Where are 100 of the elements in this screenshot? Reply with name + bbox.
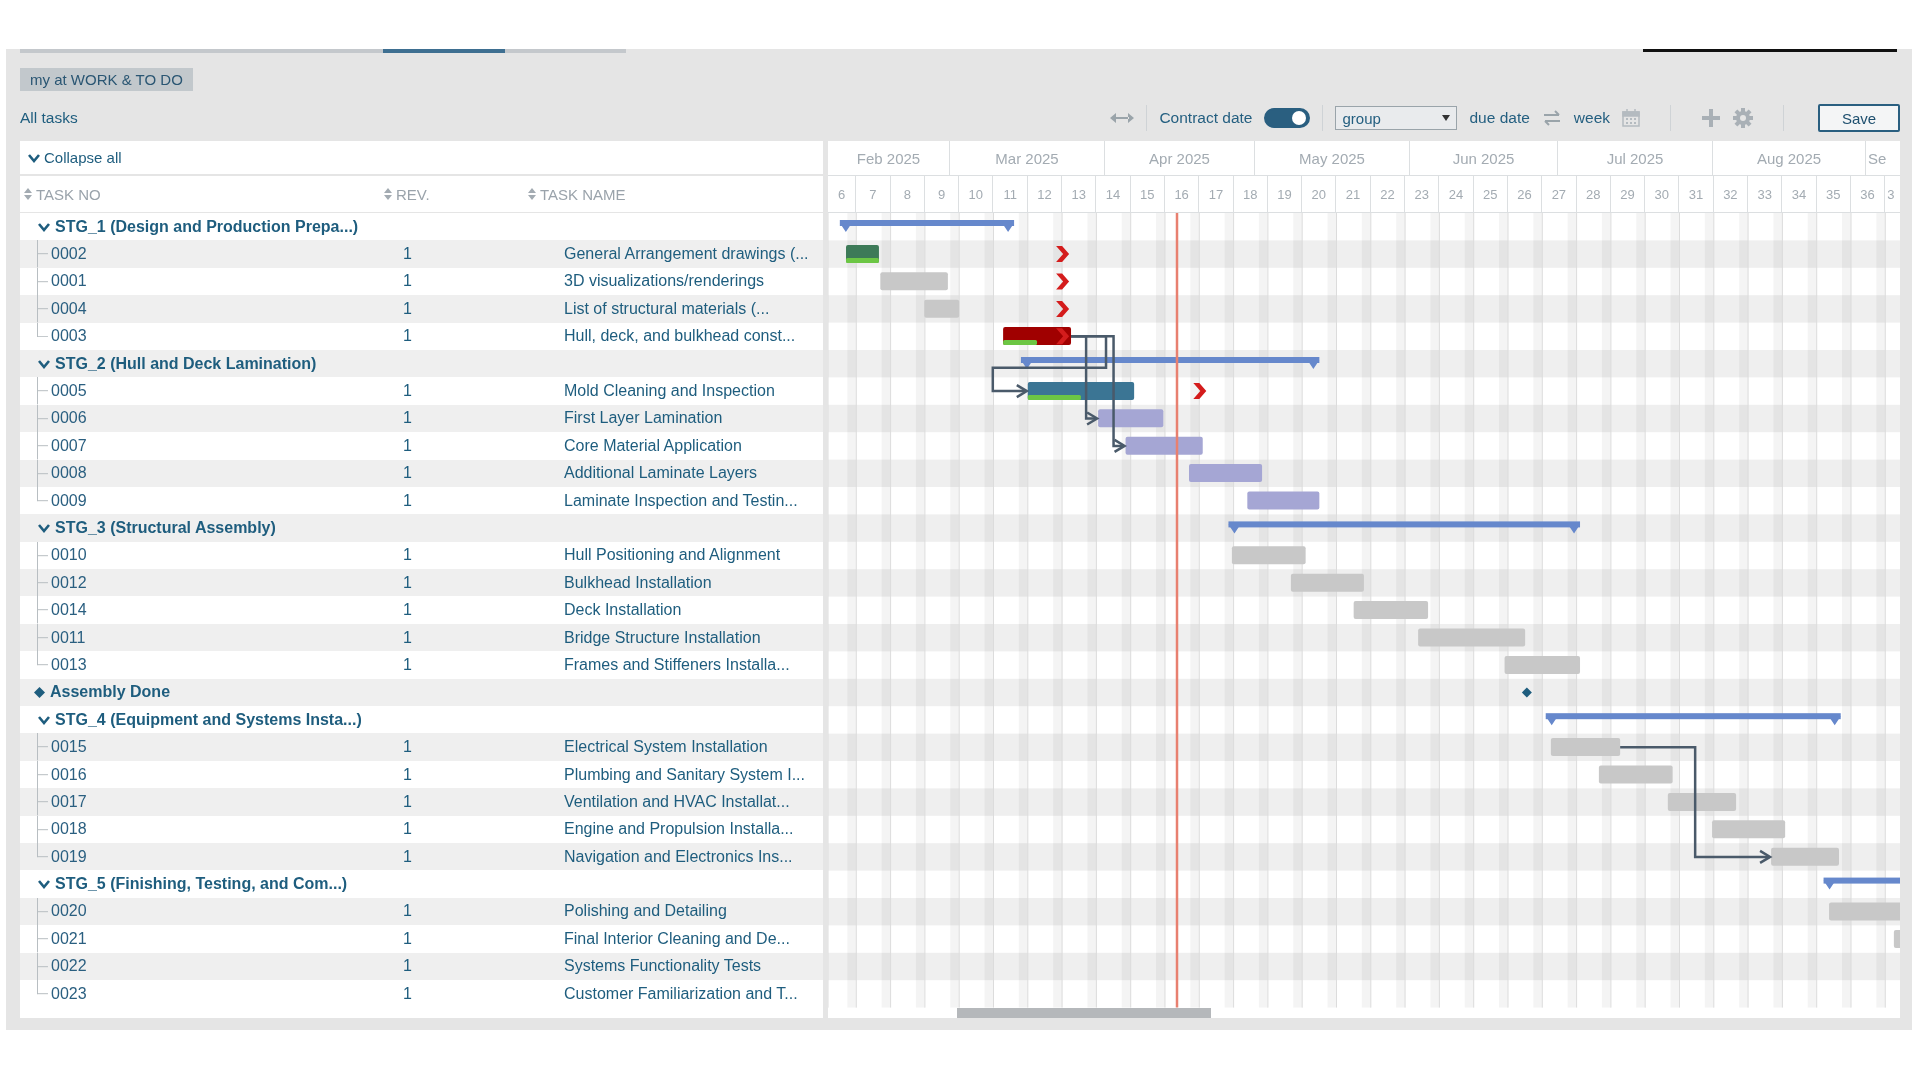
revision-number: 1 <box>403 245 412 263</box>
task-number: 0010 <box>51 546 87 564</box>
week-header: 26 <box>1507 176 1543 212</box>
summary-bar[interactable] <box>1020 357 1320 369</box>
revision-number: 1 <box>403 382 412 400</box>
group-title[interactable]: STG_3 (Structural Assembly) <box>55 519 276 537</box>
sort-icon[interactable] <box>528 188 536 200</box>
tree-line <box>37 377 48 405</box>
tree-line <box>37 733 48 761</box>
task-name[interactable]: Polishing and Detailing <box>564 902 727 921</box>
week-header: 34 <box>1782 176 1817 212</box>
week-header: 28 <box>1576 176 1611 212</box>
week-header: 16 <box>1164 176 1200 212</box>
task-name[interactable]: Frames and Stiffeners Installa... <box>564 655 790 674</box>
sort-icon[interactable] <box>24 188 32 200</box>
scale-label[interactable]: week <box>1573 109 1610 127</box>
revision-number: 1 <box>403 655 412 673</box>
sort-icon[interactable] <box>384 188 392 200</box>
view-tab[interactable]: my at WORK & TO DO <box>20 68 193 91</box>
task-name[interactable]: General Arrangement drawings (... <box>564 245 809 264</box>
chevron-down-icon[interactable] <box>38 523 50 533</box>
task-number: 0022 <box>51 957 87 975</box>
chevron-down-icon[interactable] <box>38 714 50 725</box>
chevron-down-icon[interactable] <box>38 221 50 232</box>
summary-bar[interactable] <box>1545 713 1841 726</box>
diamond-icon <box>34 686 45 698</box>
task-name[interactable]: Core Material Application <box>564 436 742 455</box>
tree-line <box>37 569 48 597</box>
week-header: 11 <box>993 176 1028 212</box>
revision-number: 1 <box>403 957 412 975</box>
revision-number: 1 <box>403 628 412 646</box>
week-header: 7 <box>856 176 891 212</box>
tree-line <box>37 897 48 926</box>
task-name[interactable]: Engine and Propulsion Installa... <box>564 820 794 839</box>
chevron-down-icon[interactable] <box>28 152 40 163</box>
task-number: 0017 <box>51 792 87 810</box>
summary-bar[interactable] <box>1228 521 1581 534</box>
task-name[interactable]: Laminate Inspection and Testin... <box>564 491 798 510</box>
task-name[interactable]: Customer Familiarization and T... <box>564 984 798 1003</box>
task-name[interactable]: 3D visualizations/renderings <box>564 272 765 291</box>
task-name[interactable]: Deck Installation <box>564 601 682 620</box>
chevron-down-icon[interactable] <box>38 879 50 890</box>
settings-icon[interactable] <box>1733 108 1753 128</box>
revision-number: 1 <box>403 409 412 427</box>
task-name[interactable]: Plumbing and Sanitary System I... <box>564 765 805 784</box>
summary-bar[interactable] <box>839 220 1015 232</box>
week-header: 10 <box>959 176 994 212</box>
week-header: 12 <box>1027 176 1063 212</box>
task-number: 0002 <box>51 245 87 263</box>
revision-number: 1 <box>403 573 412 591</box>
task-number: 0005 <box>51 382 87 400</box>
group-title[interactable]: STG_1 (Design and Production Prepa...) <box>55 217 359 236</box>
task-number: 0009 <box>51 491 87 509</box>
task-name[interactable]: Ventilation and HVAC Installat... <box>564 792 790 811</box>
contract-date-toggle[interactable] <box>1264 108 1311 128</box>
add-icon[interactable] <box>1701 108 1721 128</box>
task-number: 0012 <box>51 573 87 591</box>
task-number: 0004 <box>51 299 87 317</box>
month-header: Jul 2025 <box>1558 141 1713 175</box>
week-header: 19 <box>1267 176 1303 212</box>
task-name[interactable]: First Layer Lamination <box>564 409 723 428</box>
task-number: 0014 <box>51 601 87 619</box>
chevron-down-icon[interactable] <box>38 358 50 369</box>
task-number: 0016 <box>51 765 87 783</box>
scrollbar-thumb[interactable] <box>957 1007 1211 1018</box>
task-name[interactable]: Hull, deck, and bulkhead const... <box>564 327 796 346</box>
calendar-icon[interactable] <box>1622 109 1640 127</box>
task-number: 0018 <box>51 820 87 838</box>
task-number: 0003 <box>51 327 87 345</box>
task-name[interactable]: Bridge Structure Installation <box>564 628 761 647</box>
save-button[interactable]: Save <box>1818 104 1900 132</box>
task-name[interactable]: List of structural materials (... <box>564 299 770 318</box>
swap-icon[interactable] <box>1541 110 1562 126</box>
revision-number: 1 <box>403 299 412 317</box>
task-name[interactable]: Systems Functionality Tests <box>564 957 762 976</box>
revision-number: 1 <box>403 464 412 482</box>
group-select[interactable]: group <box>1335 106 1458 130</box>
task-name[interactable]: Electrical System Installation <box>564 738 768 757</box>
group-title[interactable]: STG_4 (Equipment and Systems Insta...) <box>55 710 362 729</box>
task-name[interactable]: Bulkhead Installation <box>564 573 712 592</box>
milestone-title[interactable]: Assembly Done <box>50 683 171 702</box>
tree-line <box>37 267 48 296</box>
task-bar[interactable] <box>1098 409 1164 428</box>
expand-width-icon[interactable] <box>1110 113 1135 123</box>
task-name[interactable]: Final Interior Cleaning and De... <box>564 929 790 948</box>
revision-number: 1 <box>403 929 412 947</box>
week-header: 32 <box>1713 176 1748 212</box>
collapse-all-link[interactable]: Collapse all <box>44 149 122 166</box>
week-header: 17 <box>1199 176 1234 212</box>
task-name[interactable]: Mold Cleaning and Inspection <box>564 382 775 401</box>
milestone-diamond-icon[interactable] <box>1521 687 1532 698</box>
summary-bar[interactable] <box>1823 877 1900 890</box>
week-header: 13 <box>1062 176 1097 212</box>
task-name[interactable]: Navigation and Electronics Ins... <box>564 847 793 866</box>
week-header: 31 <box>1679 176 1714 212</box>
group-title[interactable]: STG_5 (Finishing, Testing, and Com...) <box>55 875 348 894</box>
week-header: 27 <box>1542 176 1577 212</box>
task-name[interactable]: Hull Positioning and Alignment <box>564 546 781 565</box>
task-name[interactable]: Additional Laminate Layers <box>564 464 757 483</box>
week-header: 33 <box>1748 176 1783 212</box>
